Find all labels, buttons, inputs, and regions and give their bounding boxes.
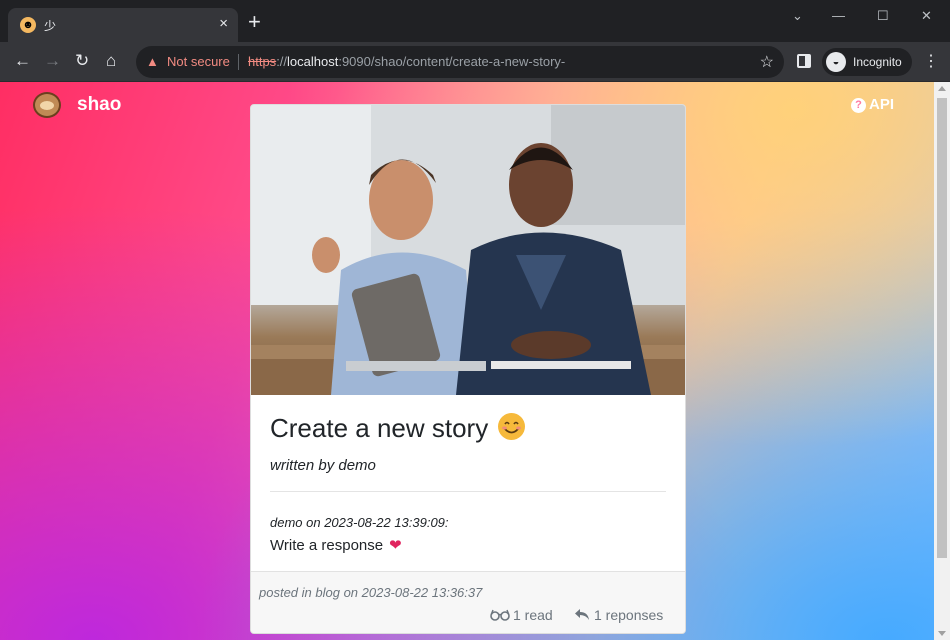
response-count-text: 1 reponses: [594, 607, 664, 623]
url-host: localhost: [287, 54, 339, 69]
read-count-text: 1 read: [513, 607, 553, 623]
incognito-icon: ◒: [826, 52, 846, 72]
forward-icon[interactable]: →: [44, 51, 61, 71]
site-name: shao: [77, 94, 122, 115]
cover-illustration: [251, 105, 685, 395]
back-icon[interactable]: ←: [14, 51, 31, 71]
story-title[interactable]: Create a new story: [270, 413, 526, 444]
api-label: API: [869, 96, 895, 113]
warning-icon[interactable]: ▲: [146, 54, 159, 69]
close-window-icon[interactable]: ✕: [921, 8, 932, 24]
story-author: written by demo: [270, 457, 376, 474]
minimize-icon[interactable]: —: [832, 8, 845, 23]
page-viewport: shao ? API Create a new story written by…: [0, 82, 934, 640]
glasses-icon: [490, 609, 510, 621]
smile-emoji-icon: [498, 413, 526, 440]
posted-info: posted in blog on 2023-08-22 13:36:37: [259, 585, 483, 600]
smile-face: [502, 421, 522, 434]
browser-tab[interactable]: ☻ 少 ×: [8, 8, 238, 42]
maximize-icon[interactable]: ☐: [877, 8, 889, 24]
response-text-content: Write a response: [270, 537, 384, 554]
scrollbar-thumb[interactable]: [937, 98, 947, 558]
tab-title: 少: [44, 19, 57, 33]
profile-label: Incognito: [853, 55, 902, 69]
api-link[interactable]: ? API: [851, 96, 894, 113]
not-secure-label[interactable]: Not secure: [167, 54, 230, 69]
menu-icon[interactable]: ⋮: [923, 51, 939, 71]
read-count: 1 read: [490, 607, 553, 623]
page-scrollbar[interactable]: [934, 82, 950, 640]
divider: [238, 54, 239, 70]
incognito-profile-button[interactable]: ◒ Incognito: [822, 48, 912, 76]
address-bar[interactable]: ▲ Not secure https://localhost:9090/shao…: [136, 46, 784, 78]
close-icon[interactable]: ×: [219, 15, 228, 32]
reply-icon: [575, 609, 589, 620]
url-separator: ://: [276, 54, 288, 69]
sloth-icon: [33, 92, 61, 118]
card-footer: posted in blog on 2023-08-22 13:36:37 1 …: [251, 571, 685, 633]
story-card: Create a new story written by demo demo …: [250, 104, 686, 634]
url-path: :9090/shao/content/create-a-new-story-: [338, 54, 566, 69]
response-count[interactable]: 1 reponses: [574, 607, 663, 623]
response-text: Write a response ❤: [270, 536, 402, 554]
story-cover-image: [251, 105, 685, 395]
scroll-up-icon[interactable]: [938, 86, 946, 91]
url-text[interactable]: https://localhost:9090/shao/content/crea…: [248, 54, 565, 69]
help-icon: ?: [851, 98, 866, 113]
response-meta: demo on 2023-08-22 13:39:09:: [270, 515, 449, 530]
browser-toolbar: ← → ↻ ⌂ ▲ Not secure https://localhost:9…: [0, 42, 950, 82]
chevron-down-icon[interactable]: ⌄: [792, 8, 803, 24]
divider: [270, 491, 666, 492]
star-icon[interactable]: ☆: [760, 52, 774, 72]
side-panel-icon[interactable]: [797, 54, 811, 68]
reload-icon[interactable]: ↻: [75, 51, 89, 71]
browser-window: ☻ 少 × + ⌄ — ☐ ✕ ← → ↻ ⌂ ▲ Not secure htt…: [0, 0, 950, 640]
home-icon[interactable]: ⌂: [106, 51, 116, 71]
tab-strip: ☻ 少 × + ⌄ — ☐ ✕: [0, 0, 950, 42]
story-title-text: Create a new story: [270, 413, 489, 443]
heart-icon: ❤: [389, 537, 402, 554]
scroll-down-icon[interactable]: [938, 631, 946, 636]
sloth-icon: ☻: [20, 17, 36, 33]
url-scheme: https: [248, 54, 277, 69]
plus-icon[interactable]: +: [248, 11, 261, 33]
